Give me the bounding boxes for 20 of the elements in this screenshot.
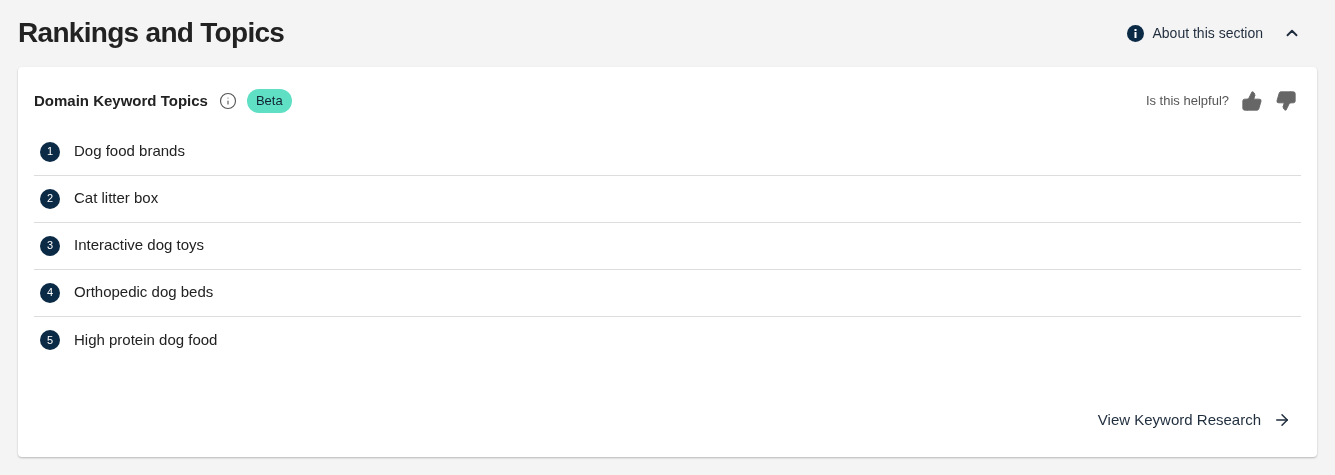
about-link[interactable]: About this section (1127, 22, 1263, 44)
rank-badge: 5 (40, 330, 60, 350)
thumbs-down-button[interactable] (1275, 89, 1297, 112)
view-keyword-research-link[interactable]: View Keyword Research (1097, 408, 1291, 431)
rank-badge: 2 (40, 188, 60, 209)
rank-badge: 3 (40, 235, 60, 256)
beta-badge: Beta (246, 89, 292, 113)
topic-label: Dog food brands (74, 141, 185, 162)
topic-label: Orthopedic dog beds (74, 282, 214, 303)
feedback-prompt: Is this helpful? (1145, 92, 1229, 110)
topic-label: Interactive dog toys (74, 235, 205, 256)
info-icon[interactable] (218, 91, 237, 110)
card-title: Domain Keyword Topics (34, 90, 208, 111)
rank-badge: 1 (40, 141, 60, 162)
topic-label: Cat litter box (74, 188, 159, 209)
section-title: Rankings and Topics (18, 16, 285, 50)
info-icon (1127, 24, 1145, 42)
topic-label: High protein dog food (74, 329, 218, 350)
rank-badge: 4 (40, 282, 60, 303)
thumbs-up-button[interactable] (1241, 89, 1263, 112)
